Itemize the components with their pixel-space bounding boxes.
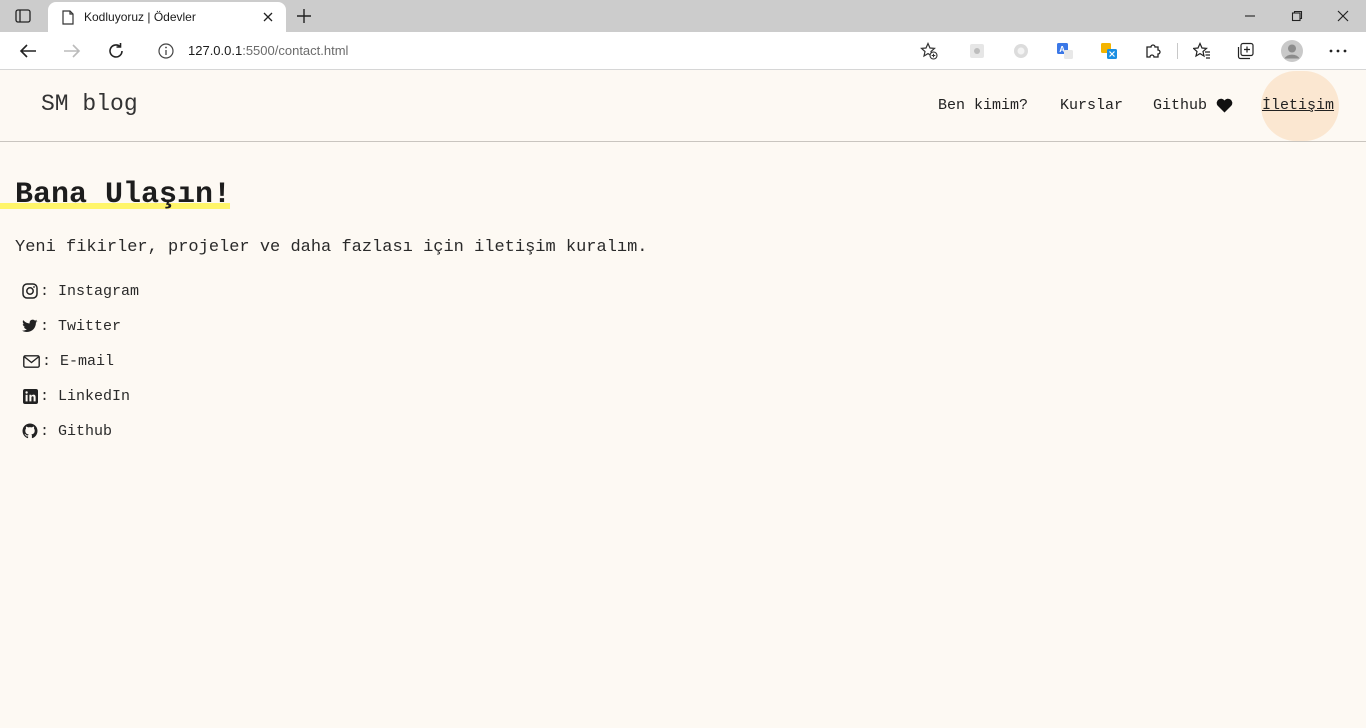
collections-icon[interactable] [1236,41,1256,61]
contact-linkedin[interactable]: : LinkedIn [22,385,130,407]
envelope-icon [22,353,40,369]
contact-label: : Instagram [40,282,140,300]
translate-extension-icon[interactable]: A [1055,41,1075,61]
close-tab-icon[interactable] [260,9,276,25]
profile-avatar-icon[interactable] [1280,39,1304,63]
site-info-icon[interactable] [158,42,174,59]
translate-icon[interactable] [1099,41,1119,61]
back-arrow-icon[interactable] [18,41,38,61]
heart-icon [1216,98,1233,113]
url-path: :5500/contact.html [242,43,349,58]
page-icon [60,9,76,25]
browser-toolbar: 127.0.0.1:5500/contact.html A [0,32,1366,70]
linkedin-icon [22,388,38,404]
contact-label: : E-mail [42,352,115,370]
more-options-icon[interactable] [1328,41,1348,61]
nav-link-github[interactable]: Github [1153,97,1233,114]
extensions-puzzle-icon[interactable] [1143,41,1163,61]
page-title: Bana Ulaşın! [15,178,232,212]
nav-link-github-label: Github [1153,97,1208,114]
contact-label: : Github [40,422,113,440]
address-bar[interactable]: 127.0.0.1:5500/contact.html [144,35,948,66]
instagram-icon [22,283,38,299]
add-favorite-icon[interactable] [920,42,938,60]
contact-github[interactable]: : Github [22,420,112,442]
url-host: 127.0.0.1 [188,43,243,58]
new-tab-icon[interactable] [295,7,313,25]
contact-instagram[interactable]: : Instagram [22,280,139,302]
contact-email[interactable]: : E-mail [22,350,114,372]
contact-label: : LinkedIn [40,387,131,405]
intro-text: Yeni fikirler, projeler ve daha fazlası … [15,238,648,257]
extension-icon[interactable] [967,41,987,61]
contact-twitter[interactable]: : Twitter [22,315,121,337]
nav-link-iletisim[interactable]: İletişim [1262,97,1334,114]
tab-title: Kodluyoruz | Ödevler [84,10,196,24]
browser-tab-active[interactable]: Kodluyoruz | Ödevler [48,2,286,32]
tab-strip: Kodluyoruz | Ödevler [0,0,1366,32]
close-window-icon[interactable] [1335,8,1351,24]
nav-link-ben-kimim[interactable]: Ben kimim? [938,97,1028,114]
nav-link-kurslar[interactable]: Kurslar [1060,97,1123,114]
toolbar-divider [1177,43,1178,59]
site-brand[interactable]: SM blog [41,91,138,117]
extension-icon[interactable] [1011,41,1031,61]
restore-icon[interactable] [1289,8,1305,24]
twitter-icon [22,318,38,334]
tab-actions-icon[interactable] [14,7,32,25]
url-text: 127.0.0.1:5500/contact.html [188,43,348,58]
page-title-wrap: Bana Ulaşın! [15,178,231,212]
favorites-icon[interactable] [1192,41,1212,61]
github-icon [22,423,38,439]
forward-arrow-icon[interactable] [62,41,82,61]
contact-label: : Twitter [40,317,122,335]
refresh-icon[interactable] [106,41,126,61]
site-header: SM blog Ben kimim? Kurslar Github İletiş… [0,71,1366,142]
minimize-icon[interactable] [1242,8,1258,24]
